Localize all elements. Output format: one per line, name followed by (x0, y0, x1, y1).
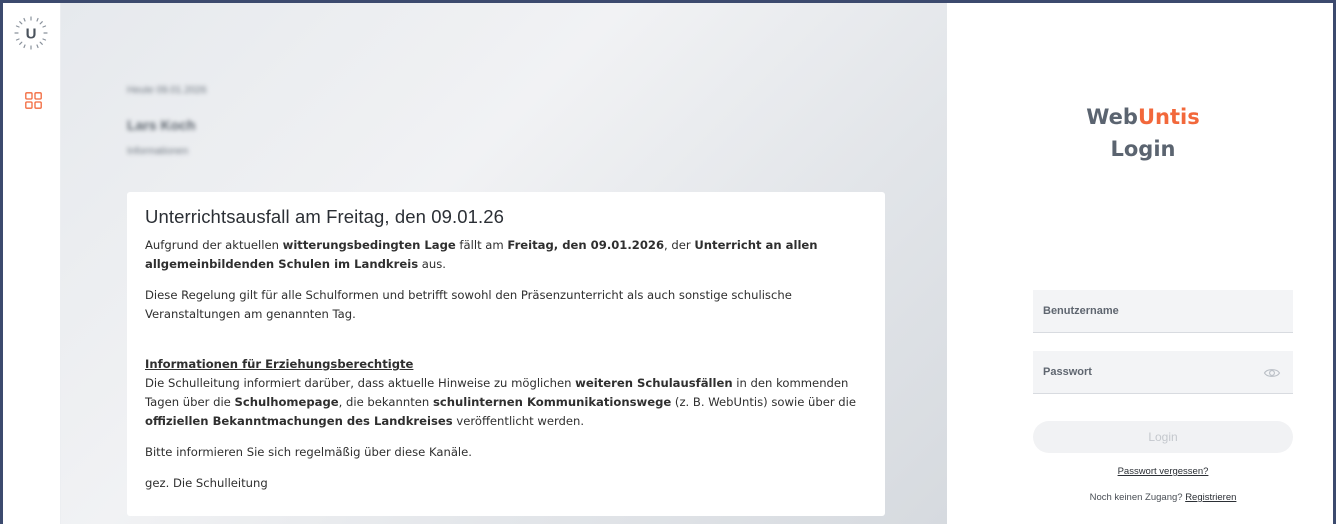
guardians-heading: Informationen für Erziehungsberechtigte (145, 357, 414, 371)
blurred-background: Heute 09.01.2026 Lars Koch Informationen… (61, 3, 947, 524)
rail-logo-letter: U (26, 26, 37, 43)
message-paragraph-4: Bitte informieren Sie sich regelmäßig üb… (145, 445, 472, 459)
app-window: U Heute 09.01.2026 Lars Koch Information… (0, 0, 1336, 524)
login-panel: WebUntis Login Login Passwort vergessen?… (947, 3, 1333, 524)
username-field[interactable] (1033, 290, 1293, 333)
register-line: Noch keinen Zugang? Registrieren (1089, 492, 1237, 503)
blurred-date: Heute 09.01.2026 (127, 85, 207, 96)
password-field[interactable] (1033, 351, 1293, 394)
blurred-name: Lars Koch (127, 117, 196, 133)
message-paragraph-2: Diese Regelung gilt für alle Schulformen… (145, 288, 792, 321)
message-signature: gez. Die Schulleitung (145, 476, 268, 490)
message-card: Unterrichtsausfall am Freitag, den 09.01… (127, 192, 885, 516)
untis-sun-logo-icon[interactable]: U (13, 15, 49, 51)
forgot-password-link[interactable]: Passwort vergessen? (947, 466, 1333, 477)
message-title: Unterrichtsausfall am Freitag, den 09.01… (145, 206, 505, 227)
password-input[interactable] (1033, 351, 1293, 393)
webuntis-brand: WebUntis (1086, 105, 1200, 129)
message-paragraph-1: Aufgrund der aktuellen witterungsbedingt… (145, 238, 818, 271)
message-paragraph-3: Informationen für Erziehungsberechtigte D… (145, 357, 857, 428)
blurred-subtitle: Informationen (127, 146, 189, 157)
username-input[interactable] (1033, 290, 1293, 332)
eye-icon[interactable] (1263, 364, 1281, 382)
left-rail: U (3, 3, 61, 524)
register-link[interactable]: Registrieren (1185, 492, 1236, 503)
dashboard-grid-icon[interactable] (25, 92, 42, 109)
login-heading: Login (1110, 137, 1176, 161)
login-button[interactable]: Login (1033, 421, 1293, 453)
